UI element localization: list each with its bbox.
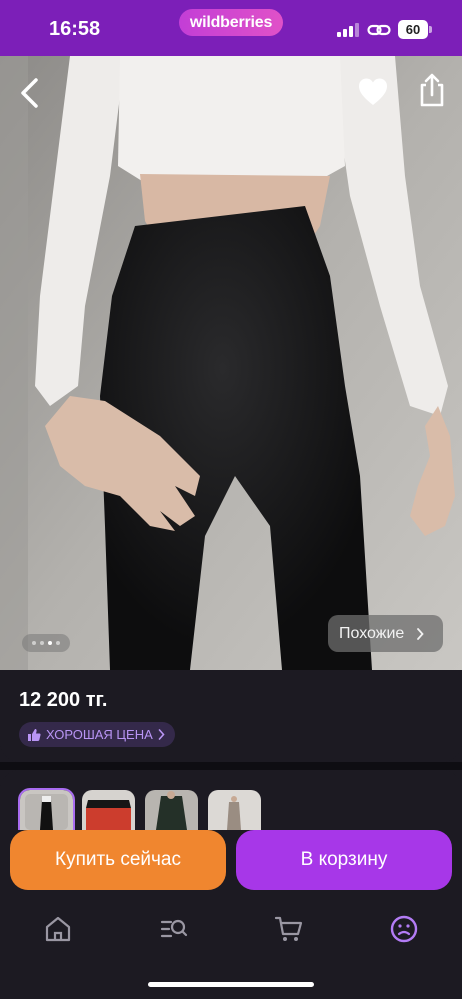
pagination-dot-active [48, 641, 52, 645]
home-indicator [148, 982, 314, 987]
product-price: 12 200 тг. [19, 689, 108, 711]
pagination-dot [56, 641, 60, 645]
link-icon [367, 24, 391, 36]
heart-icon[interactable] [357, 76, 389, 108]
battery-level: 60 [398, 20, 428, 39]
chevron-right-icon [417, 627, 425, 640]
back-icon[interactable] [16, 76, 46, 110]
catalog-search-icon[interactable] [159, 914, 189, 944]
chevron-right-icon [158, 729, 165, 740]
color-variants [0, 770, 462, 830]
section-divider [0, 762, 462, 770]
battery-icon: 60 [398, 20, 432, 39]
home-icon[interactable] [43, 914, 73, 944]
similar-label: Похожие [339, 624, 405, 642]
status-bar: 16:58 wildberries 60 [0, 0, 462, 56]
signal-bars-icon [337, 23, 359, 37]
brand-logo[interactable]: wildberries [179, 9, 283, 36]
similar-button[interactable]: Похожие [328, 615, 443, 652]
bottom-tab-bar [0, 898, 462, 999]
good-price-label: ХОРОШАЯ ЦЕНА [46, 727, 153, 742]
profile-icon[interactable] [389, 914, 419, 944]
share-icon[interactable] [416, 72, 448, 108]
gallery-pagination [22, 634, 70, 652]
variant-thumbnail-selected[interactable] [18, 788, 75, 830]
product-gallery[interactable]: Похожие [0, 56, 462, 670]
variant-thumbnail[interactable] [208, 790, 261, 830]
product-photo [0, 56, 462, 670]
variant-thumbnail[interactable] [145, 790, 198, 830]
cart-icon[interactable] [274, 914, 304, 944]
good-price-badge[interactable]: ХОРОШАЯ ЦЕНА [19, 722, 175, 747]
variant-thumbnail[interactable] [82, 790, 135, 830]
thumbs-up-icon [28, 728, 41, 741]
price-card: 12 200 тг. ХОРОШАЯ ЦЕНА [0, 670, 462, 762]
status-time: 16:58 [49, 18, 101, 40]
buy-now-button[interactable]: Купить сейчас [10, 830, 226, 890]
pagination-dot [32, 641, 36, 645]
pagination-dot [40, 641, 44, 645]
add-to-cart-button[interactable]: В корзину [236, 830, 452, 890]
